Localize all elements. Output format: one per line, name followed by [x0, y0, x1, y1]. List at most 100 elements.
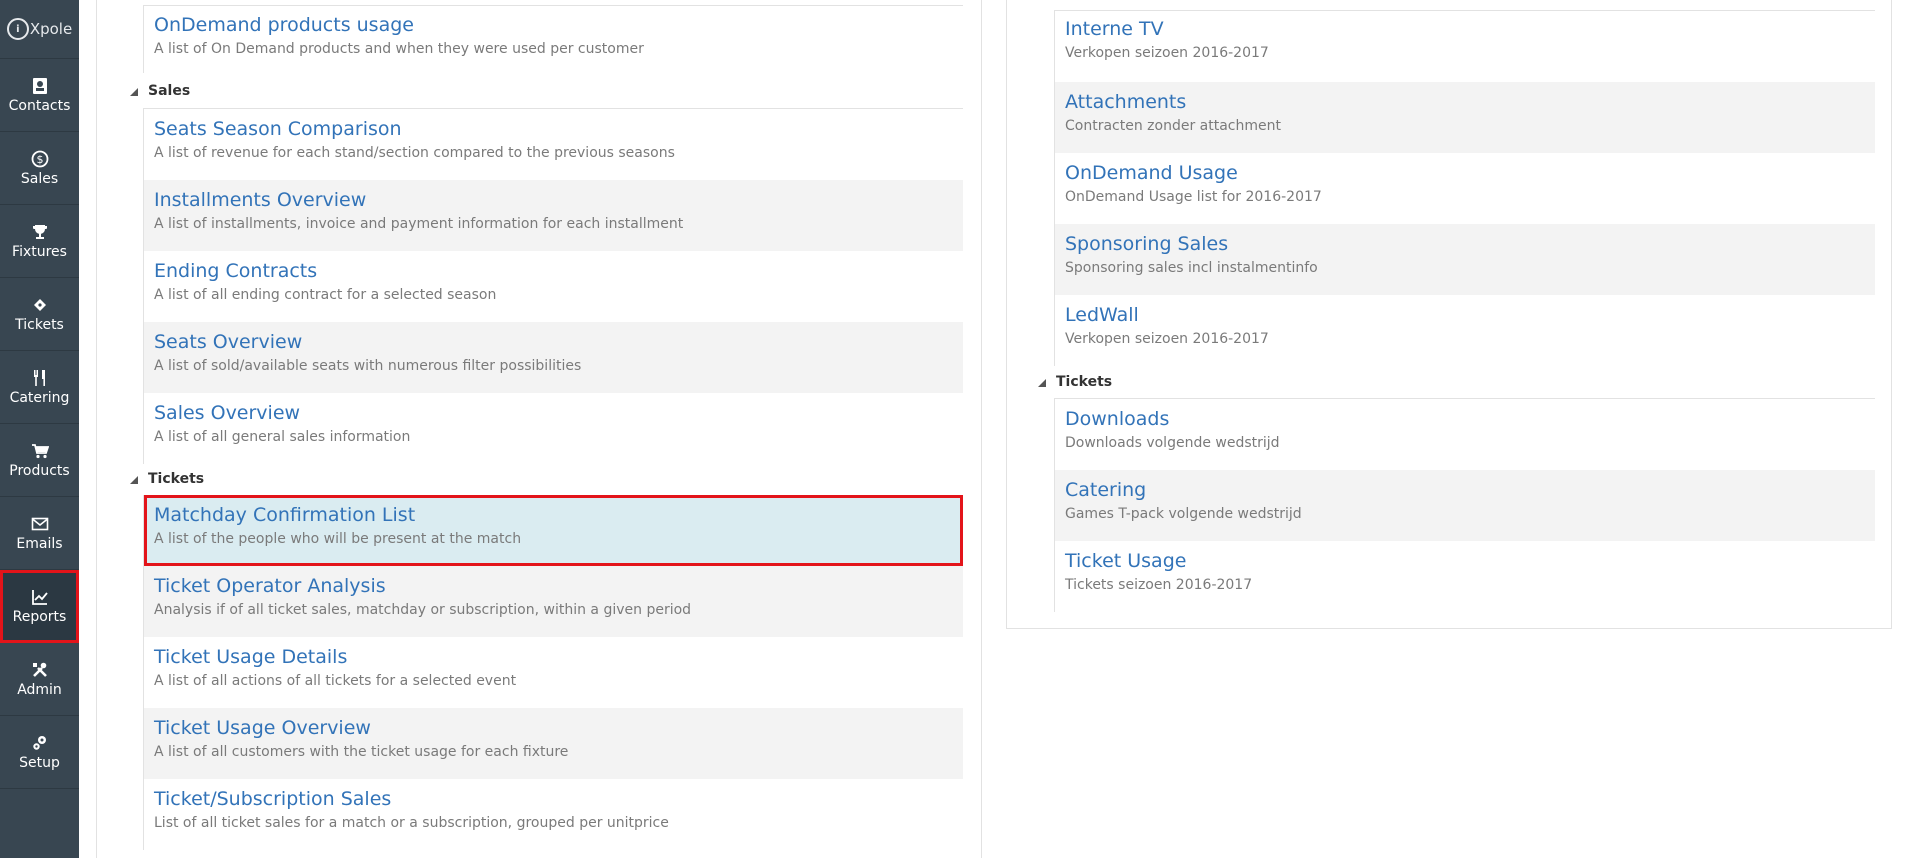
report-seats-overview[interactable]: Seats Overview A list of sold/available …	[144, 322, 963, 393]
group-label: Sales	[148, 83, 191, 99]
sidebar-item-setup[interactable]: Setup	[0, 716, 79, 789]
report-sponsoring-sales[interactable]: Sponsoring Sales Sponsoring sales incl i…	[1055, 224, 1875, 295]
sidebar-item-admin[interactable]: Admin	[0, 643, 79, 716]
report-description: OnDemand Usage list for 2016-2017	[1065, 189, 1322, 205]
tools-icon	[32, 662, 47, 677]
gears-icon	[32, 735, 46, 750]
custom-report-list-tickets: Downloads Downloads volgende wedstrijd C…	[1054, 398, 1875, 612]
report-title: OnDemand Usage	[1065, 162, 1238, 184]
sidebar-item-label: Catering	[9, 389, 70, 406]
report-description: Contracten zonder attachment	[1065, 118, 1281, 134]
report-ledwall[interactable]: LedWall Verkopen seizoen 2016-2017	[1055, 295, 1875, 366]
report-title: Ending Contracts	[154, 260, 318, 282]
report-ticket-usage-overview[interactable]: Ticket Usage Overview A list of all cust…	[144, 708, 963, 779]
sidebar-item-reports[interactable]: Reports	[0, 570, 79, 643]
sidebar-item-fixtures[interactable]: Fixtures	[0, 205, 79, 278]
contacts-icon	[32, 77, 47, 94]
report-description: A list of sold/available seats with nume…	[154, 358, 582, 374]
report-title: Ticket/Subscription Sales	[154, 788, 392, 810]
report-ending-contracts[interactable]: Ending Contracts A list of all ending co…	[144, 251, 963, 322]
report-description: Verkopen seizoen 2016-2017	[1065, 331, 1269, 347]
sidebar-item-label: Products	[9, 462, 70, 479]
group-label: Tickets	[148, 471, 205, 487]
report-installments-overview[interactable]: Installments Overview A list of installm…	[144, 180, 963, 251]
report-title: Ticket Usage Overview	[154, 717, 371, 739]
sidebar-item-sales[interactable]: $ Sales	[0, 132, 79, 205]
group-header-tickets-right[interactable]: Tickets	[1038, 374, 1112, 390]
reports-right-panel: Interne TV Verkopen seizoen 2016-2017 At…	[1006, 0, 1892, 629]
report-description: Verkopen seizoen 2016-2017	[1065, 45, 1269, 61]
custom-report-list: Interne TV Verkopen seizoen 2016-2017 At…	[1054, 10, 1875, 366]
report-title: Ticket Operator Analysis	[154, 575, 386, 597]
trophy-icon	[32, 224, 47, 239]
report-title: Attachments	[1065, 91, 1187, 113]
group-label: Tickets	[1056, 374, 1113, 390]
sidebar-item-catering[interactable]: Catering	[0, 351, 79, 424]
logo-initial: i	[6, 18, 29, 40]
report-title: Installments Overview	[154, 189, 367, 211]
report-ondemand-products-usage[interactable]: OnDemand products usage A list of On Dem…	[144, 6, 963, 73]
report-interne-tv[interactable]: Interne TV Verkopen seizoen 2016-2017	[1055, 11, 1875, 82]
report-downloads[interactable]: Downloads Downloads volgende wedstrijd	[1055, 399, 1875, 470]
report-ondemand-usage[interactable]: OnDemand Usage OnDemand Usage list for 2…	[1055, 153, 1875, 224]
dollar-icon: $	[31, 150, 48, 167]
report-attachments[interactable]: Attachments Contracten zonder attachment	[1055, 82, 1875, 153]
report-seats-season-comparison[interactable]: Seats Season Comparison A list of revenu…	[144, 109, 963, 180]
report-sales-overview[interactable]: Sales Overview A list of all general sal…	[144, 393, 963, 464]
report-description: A list of all actions of all tickets for…	[154, 673, 517, 689]
report-list-sales: Seats Season Comparison A list of revenu…	[143, 108, 963, 464]
report-description: List of all ticket sales for a match or …	[154, 815, 669, 831]
report-title: Interne TV	[1065, 18, 1164, 40]
ticket-icon	[33, 298, 46, 311]
report-title: LedWall	[1065, 304, 1139, 326]
sidebar-item-label: Contacts	[8, 97, 71, 114]
report-title: Sales Overview	[154, 402, 301, 424]
report-title: Seats Season Comparison	[154, 118, 402, 140]
report-description: A list of revenue for each stand/section…	[154, 145, 675, 161]
report-list-tickets: Matchday Confirmation List A list of the…	[143, 495, 963, 850]
report-ticket-subscription-sales[interactable]: Ticket/Subscription Sales List of all ti…	[144, 779, 963, 850]
report-title: Downloads	[1065, 408, 1170, 430]
collapse-triangle-icon	[130, 88, 138, 96]
report-title: Seats Overview	[154, 331, 303, 353]
report-list: OnDemand products usage A list of On Dem…	[143, 5, 963, 73]
sidebar-item-contacts[interactable]: Contacts	[0, 59, 79, 132]
report-ticket-usage-details[interactable]: Ticket Usage Details A list of all actio…	[144, 637, 963, 708]
sidebar-item-label: Tickets	[15, 316, 64, 333]
report-title: OnDemand products usage	[154, 14, 414, 36]
logo-text: Xpole	[29, 20, 73, 38]
report-description: A list of On Demand products and when th…	[154, 41, 644, 57]
report-description: Sponsoring sales incl instalmentinfo	[1065, 260, 1318, 276]
report-description: Downloads volgende wedstrijd	[1065, 435, 1280, 451]
sidebar-item-label: Sales	[20, 170, 59, 187]
sidebar-item-products[interactable]: Products	[0, 424, 79, 497]
group-header-tickets[interactable]: Tickets	[130, 471, 204, 487]
report-description: A list of the people who will be present…	[154, 531, 522, 547]
envelope-icon	[31, 517, 48, 530]
report-ticket-usage[interactable]: Ticket Usage Tickets seizoen 2016-2017	[1055, 541, 1875, 612]
sidebar-item-label: Fixtures	[12, 243, 67, 260]
report-title: Ticket Usage	[1065, 550, 1187, 572]
report-title: Catering	[1065, 479, 1147, 501]
report-description: A list of installments, invoice and paym…	[154, 216, 684, 232]
sidebar-item-emails[interactable]: Emails	[0, 497, 79, 570]
sidebar-item-tickets[interactable]: Tickets	[0, 278, 79, 351]
report-matchday-confirmation-list[interactable]: Matchday Confirmation List A list of the…	[144, 495, 963, 566]
report-description: Analysis if of all ticket sales, matchda…	[154, 602, 692, 618]
report-catering[interactable]: Catering Games T-pack volgende wedstrijd	[1055, 470, 1875, 541]
app-logo[interactable]: i Xpole	[0, 0, 79, 59]
group-header-sales[interactable]: Sales	[130, 83, 190, 99]
svg-text:$: $	[36, 153, 43, 166]
report-description: Tickets seizoen 2016-2017	[1065, 577, 1253, 593]
report-description: A list of all ending contract for a sele…	[154, 287, 497, 303]
sidebar-item-label: Setup	[19, 754, 60, 771]
report-description: A list of all general sales information	[154, 429, 411, 445]
collapse-triangle-icon	[1038, 379, 1046, 387]
sidebar: i Xpole Contacts $ Sales Fixtures Ticket…	[0, 0, 79, 858]
report-title: Matchday Confirmation List	[154, 504, 416, 526]
report-description: Games T-pack volgende wedstrijd	[1065, 506, 1302, 522]
report-ticket-operator-analysis[interactable]: Ticket Operator Analysis Analysis if of …	[144, 566, 963, 637]
sidebar-item-label: Reports	[12, 608, 67, 625]
cart-icon	[31, 443, 49, 458]
sidebar-item-label: Emails	[16, 535, 63, 552]
